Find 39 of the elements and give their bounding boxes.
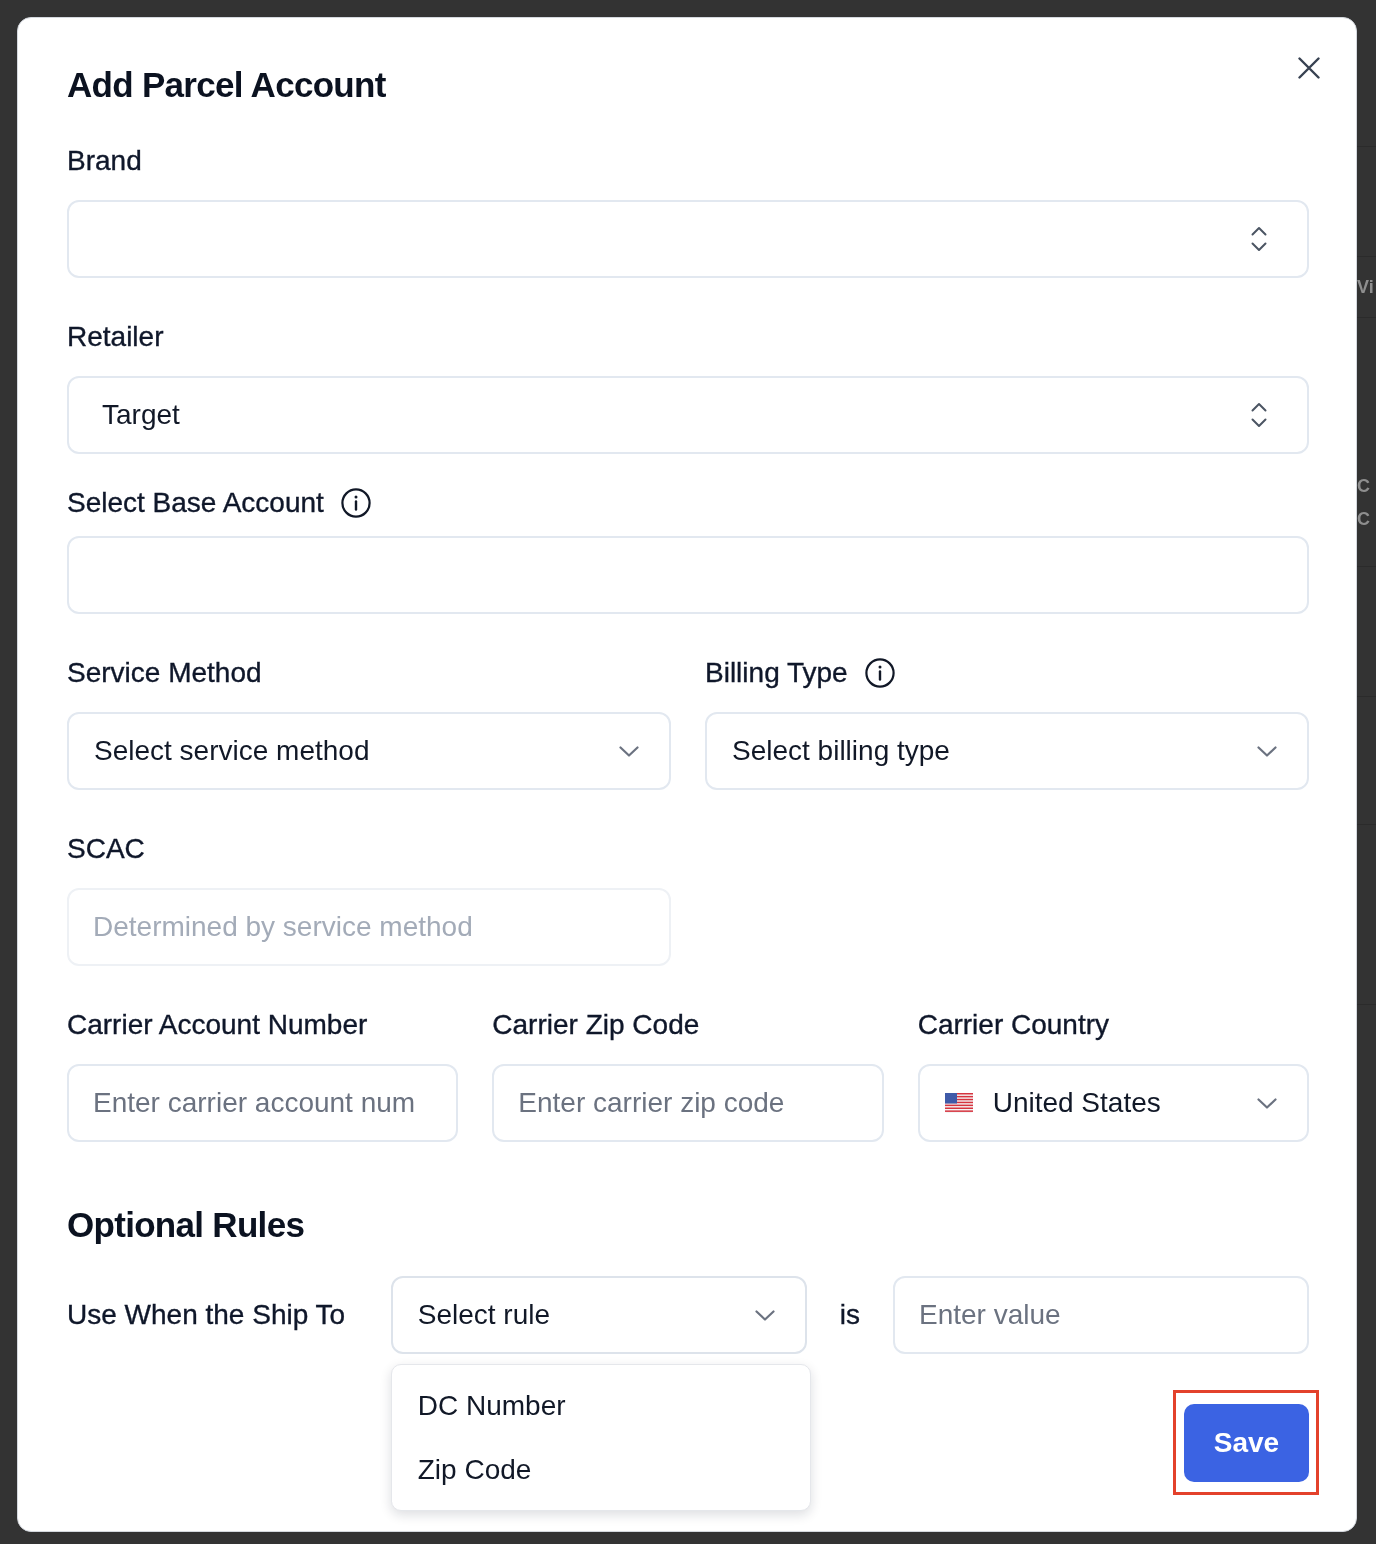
dialog-title: Add Parcel Account xyxy=(67,64,386,106)
close-button[interactable] xyxy=(1297,56,1321,80)
flag-icon xyxy=(944,1093,973,1113)
field-label: Brand xyxy=(67,145,142,177)
chevron-down-icon xyxy=(1257,1097,1277,1109)
field-label: SCAC xyxy=(67,833,145,865)
section-title: Optional Rules xyxy=(67,1204,305,1246)
chevron-down-icon xyxy=(754,1309,775,1321)
close-icon xyxy=(1298,57,1320,79)
field-label: Select Base Account xyxy=(67,487,324,519)
rule-label: Use When the Ship To xyxy=(67,1299,347,1331)
country-select[interactable]: United States xyxy=(917,1064,1309,1142)
up-down-chevron-icon xyxy=(1251,402,1267,428)
text-input[interactable] xyxy=(67,536,1309,614)
info-icon[interactable] xyxy=(864,658,895,688)
save-button[interactable]: Save xyxy=(1184,1404,1309,1482)
field-label: Service Method xyxy=(67,657,262,689)
chevron-down-icon xyxy=(1257,745,1277,757)
text-input[interactable]: Enter value xyxy=(893,1276,1309,1354)
combobox[interactable]: Target xyxy=(67,376,1309,454)
dropdown-select[interactable]: Select billing type xyxy=(705,712,1309,790)
menu-option[interactable]: DC Number xyxy=(391,1374,810,1438)
info-icon[interactable] xyxy=(340,488,371,518)
menu-option[interactable]: Zip Code xyxy=(391,1438,810,1502)
operator-text: is xyxy=(839,1299,860,1331)
background-text: Vi xyxy=(1357,275,1375,299)
up-down-chevron-icon xyxy=(1251,226,1267,252)
field-label: Carrier Account Number xyxy=(67,1009,368,1041)
chevron-down-icon xyxy=(619,745,639,757)
background-text: C xyxy=(1357,475,1371,498)
field-label: Carrier Country xyxy=(917,1009,1110,1041)
dropdown-select[interactable]: Select rule xyxy=(390,1276,807,1354)
dropdown-select[interactable]: Select service method xyxy=(67,712,671,790)
background-text: C xyxy=(1357,508,1371,531)
text-input[interactable]: Enter carrier zip code xyxy=(492,1064,884,1142)
field-label: Carrier Zip Code xyxy=(492,1009,700,1041)
field-label: Billing Type xyxy=(705,657,848,689)
field-label: Retailer xyxy=(67,321,164,353)
text-input[interactable]: Enter carrier account num xyxy=(67,1064,459,1142)
